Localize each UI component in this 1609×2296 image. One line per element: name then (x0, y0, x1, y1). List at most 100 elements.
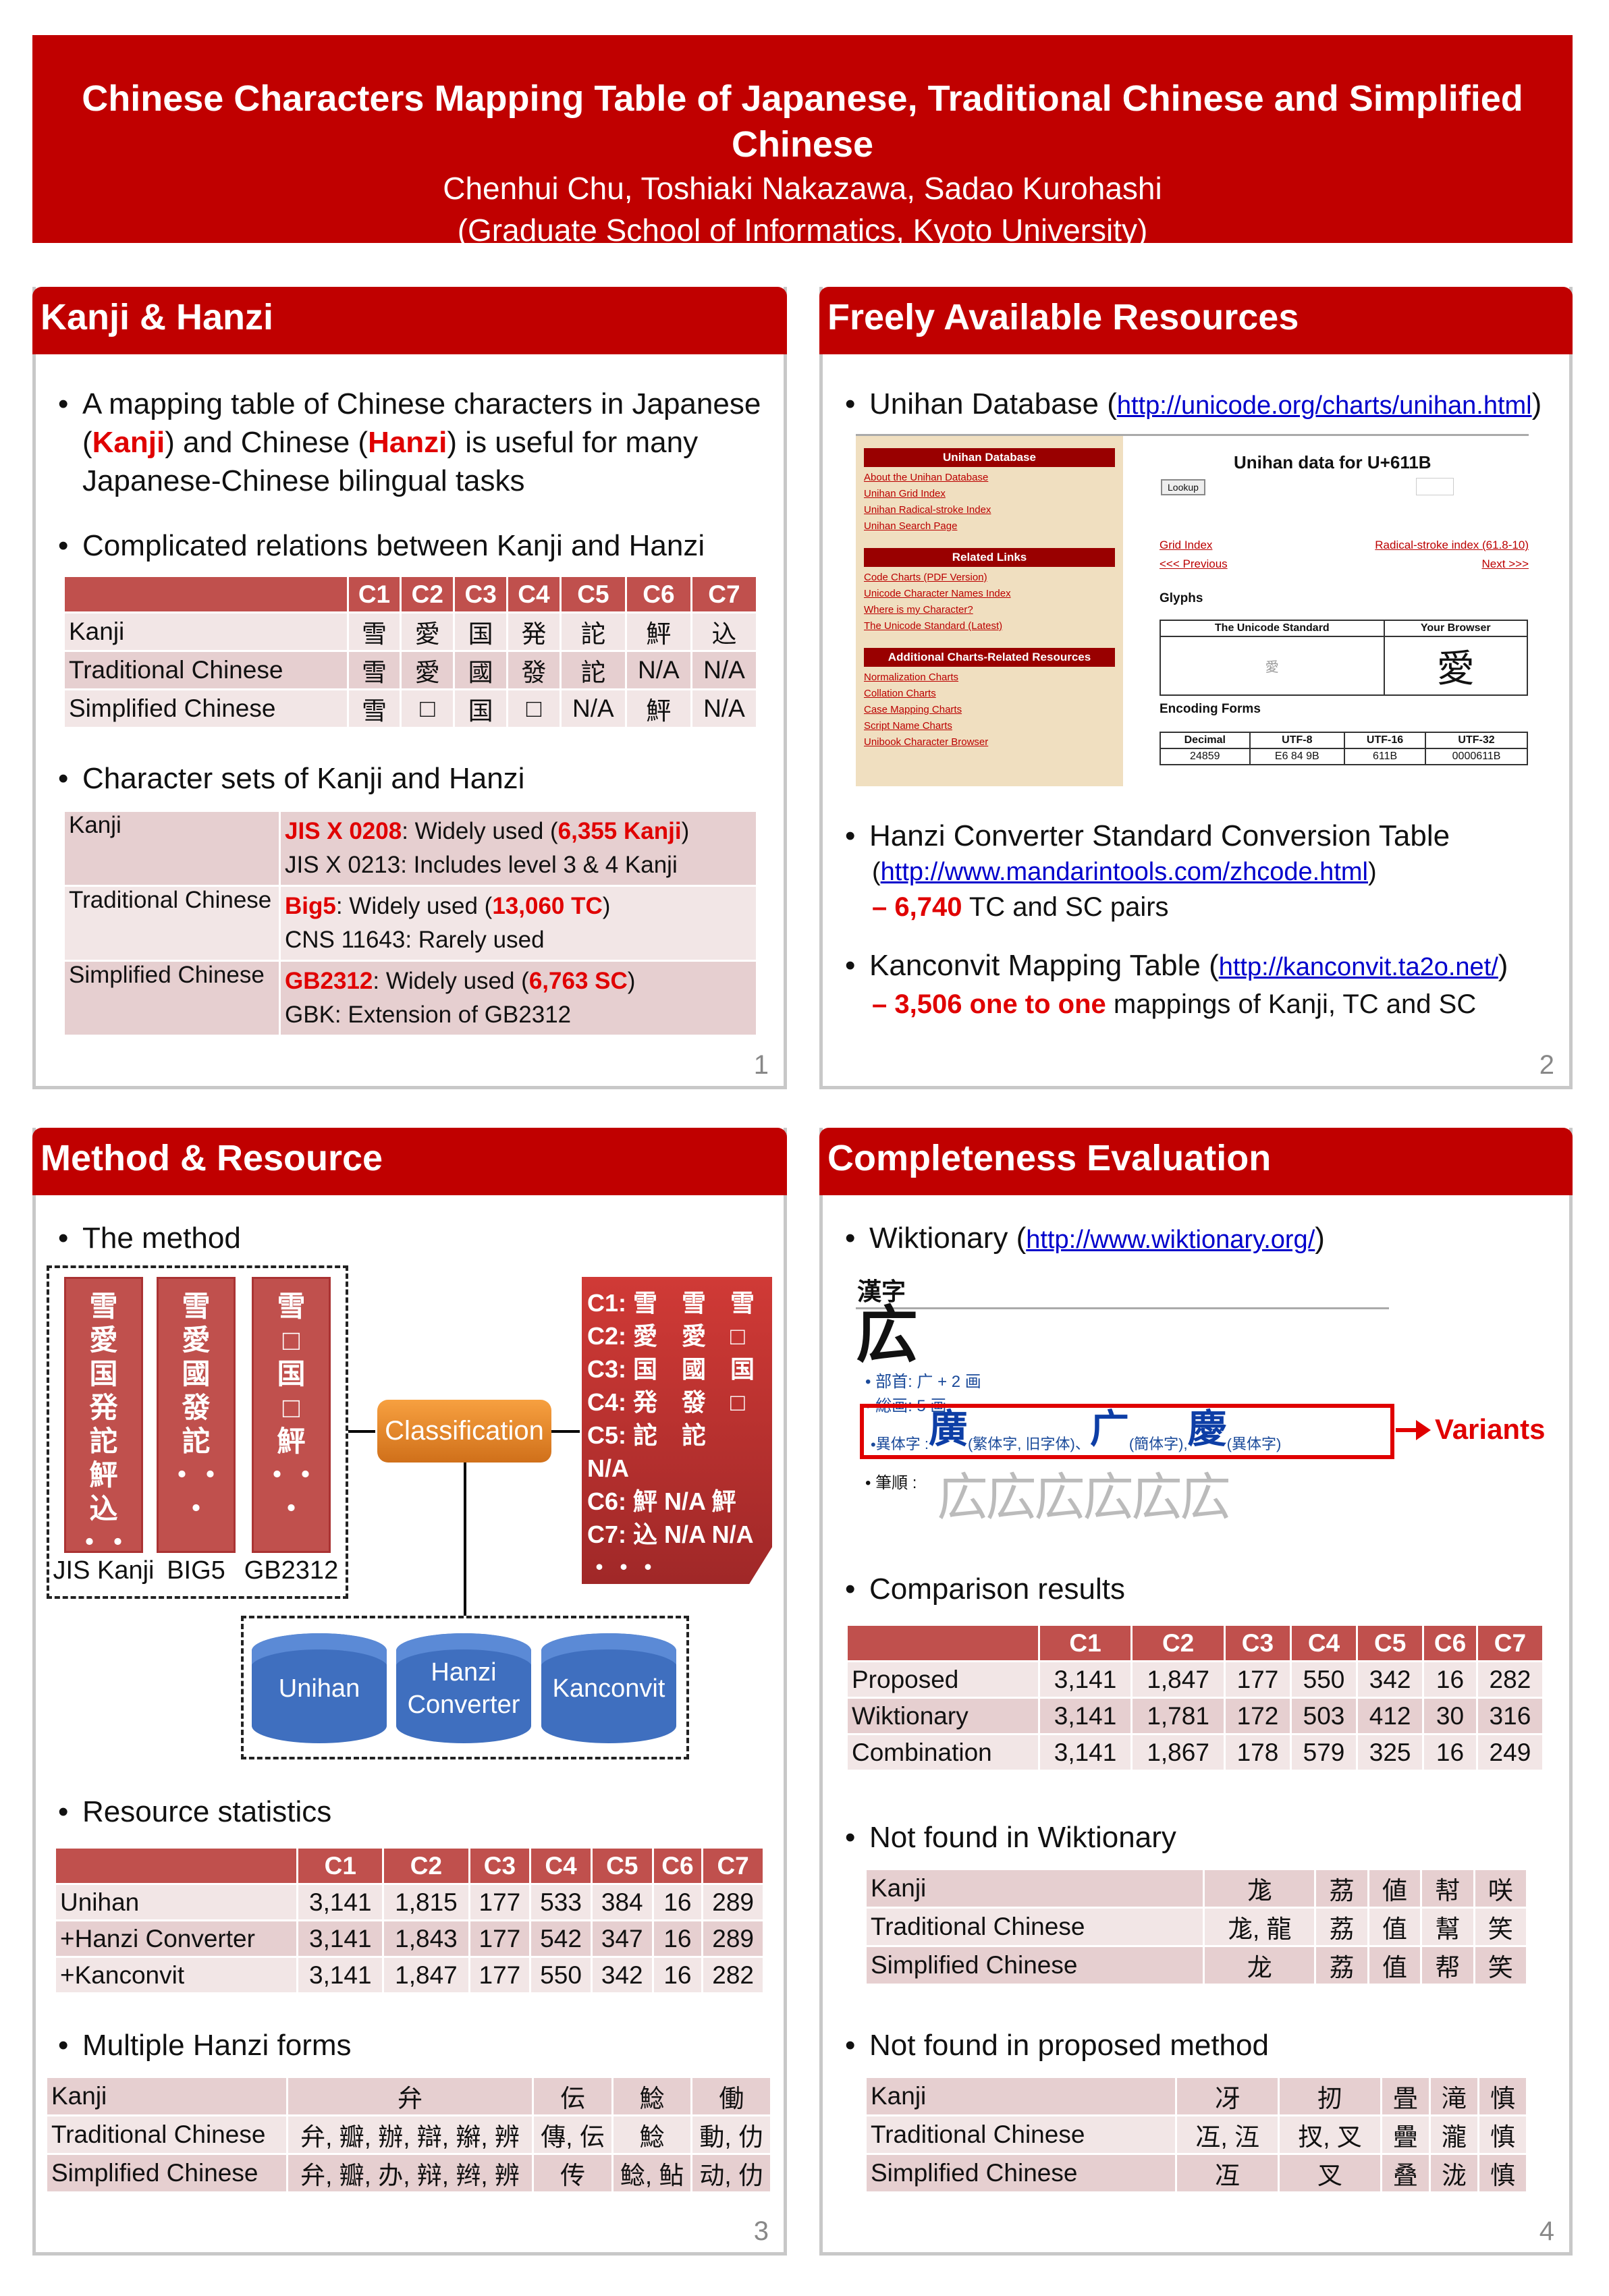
text-segment: ) (681, 818, 690, 844)
sidebar-link[interactable]: Where is my Character? (864, 602, 1115, 618)
sidebar-link[interactable]: Unihan Search Page (864, 518, 1115, 535)
table-cell: 發 (506, 650, 562, 690)
bullet-method: The method (58, 1219, 241, 1257)
row-label: Unihan (53, 1883, 299, 1921)
table-cell: 325 (1356, 1733, 1425, 1772)
table-cell: 289 (701, 1883, 765, 1921)
wiktionary-link[interactable]: http://www.wiktionary.org/ (1026, 1226, 1315, 1254)
bullet-resource-statistics: Resource statistics (58, 1793, 331, 1831)
table-cell: 滝 (1428, 2076, 1479, 2116)
result-line: C2: 愛 愛 □ (587, 1322, 745, 1350)
table-cell: 愛 (400, 611, 456, 652)
table-cell: 幇 (1420, 1868, 1475, 1909)
lookup-button[interactable]: Lookup (1161, 479, 1205, 495)
spine-char: 国 (277, 1358, 306, 1390)
table-cell: 3,141 (1037, 1660, 1133, 1699)
sidebar-link[interactable]: Normalization Charts (864, 669, 1115, 686)
resource-hanzi-converter: Hanzi Converter (396, 1633, 531, 1743)
glyphs-heading: Glyphs (1160, 591, 1203, 605)
wiktionary-label: Wiktionary (869, 1222, 1016, 1255)
grid-index-link[interactable]: Grid Index (1160, 539, 1212, 552)
table-cell: 働 (690, 2076, 772, 2116)
table-cell: 542 (529, 1919, 593, 1958)
arrow-to-classification (348, 1430, 375, 1433)
sidebar-link[interactable]: Unicode Character Names Index (864, 586, 1115, 602)
sidebar-link[interactable]: Collation Charts (864, 686, 1115, 702)
resource-statistics-table: C1 C2 C3 C4 C5 C6 C7 Unihan 3,141 1,815 177 533 384 1… (53, 1847, 765, 1994)
encoding-row: Decimal UTF-8 UTF-16 UTF-32 (1160, 732, 1528, 749)
divider (856, 1307, 1389, 1309)
glyph-table: The Unicode Standard Your Browser 愛愛 (1160, 620, 1529, 696)
sidebar-link[interactable]: Case Mapping Charts (864, 702, 1115, 718)
table-cell: 342 (1356, 1660, 1425, 1699)
table-cell: N/A (559, 688, 627, 729)
variants-callout: Variants (1435, 1413, 1546, 1445)
text-segment: ) and Chinese ( (165, 426, 369, 459)
table-cell: 弁, 瓣, 辦, 辯, 辮, 辨 (285, 2114, 535, 2155)
glyph-browser: 愛 (1383, 636, 1529, 696)
charset-secondary: GBK: Extension of GB2312 (285, 1002, 572, 1028)
column-header: C3 (453, 575, 509, 613)
table-header-row: C1 C2 C3 C4 C5 C6 C7 (53, 1847, 765, 1885)
charset-label: JIS Kanji (53, 1556, 155, 1585)
table-row: Kanji 尨茘値幇咲 (864, 1868, 1529, 1909)
sidebar-link[interactable]: Unibook Character Browser (864, 734, 1115, 750)
bullet-not-found-proposed: Not found in proposed method (845, 2026, 1269, 2065)
text-segment: : Widely used ( (373, 968, 529, 994)
row-label: Wiktionary (846, 1697, 1040, 1735)
sidebar-link[interactable]: About the Unihan Database (864, 470, 1115, 486)
column-header (846, 1624, 1040, 1662)
table-cell: 尨, 龍 (1203, 1907, 1317, 1947)
row-label: Traditional Chinese (864, 2114, 1178, 2155)
sidebar-link[interactable]: Script Name Charts (864, 718, 1115, 734)
table-cell: 282 (701, 1956, 765, 1994)
table-cell: 瀧 (1428, 2114, 1479, 2155)
hanzi-converter-link[interactable]: http://www.mandarintools.com/zhcode.html (881, 858, 1368, 886)
table-cell: 1,867 (1130, 1733, 1226, 1772)
table-cell: 1,847 (382, 1956, 470, 1994)
table-cell: 笑 (1473, 1907, 1529, 1947)
radical-info: 部首: 广 + 2 画 (875, 1373, 981, 1391)
table-cell: 國 (453, 650, 509, 690)
lookup-input[interactable] (1416, 478, 1454, 495)
table-cell: 503 (1289, 1697, 1359, 1735)
variant-note: (異体字) (1226, 1436, 1282, 1452)
kanconvit-link[interactable]: http://kanconvit.ta2o.net/ (1219, 953, 1498, 981)
bullet-character-sets: Character sets of Kanji and Hanzi (58, 759, 524, 798)
text-segment: : Widely used ( (335, 893, 493, 919)
table-cell: 扠, 叉 (1278, 2114, 1382, 2155)
result-line: C5: 詑 詑 (587, 1421, 707, 1449)
row-label: Simplified Chinese (45, 2153, 288, 2193)
charset-label: BIG5 (167, 1556, 225, 1585)
table-row: Traditional Chinese 弁, 瓣, 辦, 辯, 辮, 辨傳, 伝鯰… (45, 2114, 772, 2155)
table-cell: 3,141 (1037, 1697, 1133, 1735)
glyph-col: The Unicode Standard (1160, 620, 1385, 637)
table-cell: 咲 (1473, 1868, 1529, 1909)
spine-char: 雪 (89, 1290, 118, 1322)
sidebar-link[interactable]: Unihan Grid Index (864, 486, 1115, 502)
radical-stroke-link[interactable]: Radical-stroke index (61.8-10) (1375, 539, 1529, 552)
next-link[interactable]: Next >>> (1482, 557, 1529, 571)
row-label: +Hanzi Converter (53, 1919, 299, 1958)
sidebar-link[interactable]: Code Charts (PDF Version) (864, 570, 1115, 586)
table-cell: 177 (468, 1956, 532, 1994)
column-header: C6 (1422, 1624, 1478, 1662)
highlight-text: – 6,740 (872, 892, 962, 922)
row-label: +Kanconvit (53, 1956, 299, 1994)
relations-table: C1 C2 C3 C4 C5 C6 C7 Kanji 雪愛国発詑鮃込 Traditional Ch… (63, 575, 759, 729)
previous-link[interactable]: <<< Previous (1160, 557, 1228, 571)
result-line: C4: 発 發 □ (587, 1388, 745, 1416)
charset-secondary: CNS 11643: Rarely used (285, 927, 545, 953)
variant-char: 广 (1089, 1407, 1129, 1451)
column-header: C2 (1130, 1624, 1226, 1662)
sidebar-link[interactable]: The Unicode Standard (Latest) (864, 618, 1115, 634)
table-cell: 国 (453, 688, 509, 729)
table-cell: 值 (1367, 1945, 1423, 1986)
spine-char: ・・ (263, 1459, 320, 1491)
unihan-link[interactable]: http://unicode.org/charts/unihan.html (1117, 391, 1532, 420)
table-cell: 愛 (400, 650, 456, 690)
sidebar-link[interactable]: Unihan Radical-stroke Index (864, 502, 1115, 518)
column-header: C6 (624, 575, 692, 613)
table-cell: 传 (532, 2153, 613, 2193)
column-header: C1 (296, 1847, 385, 1885)
